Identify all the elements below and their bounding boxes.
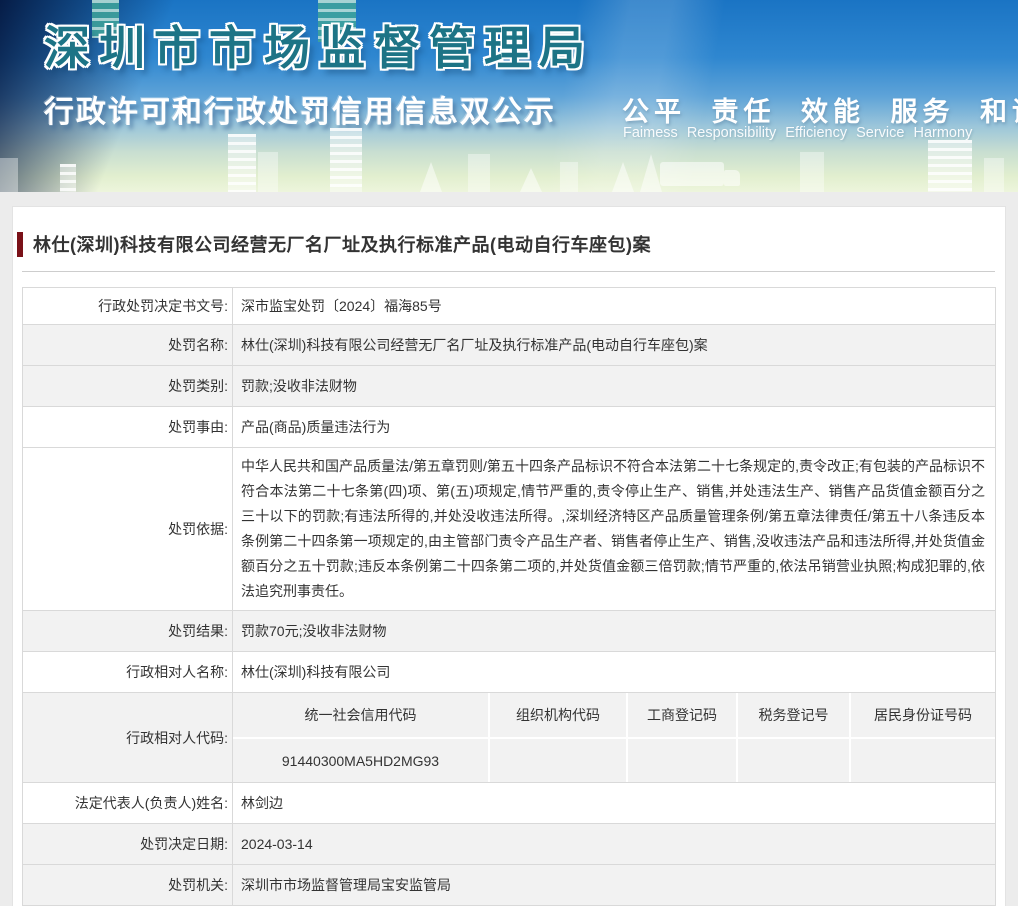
codes-cell-value — [849, 737, 995, 782]
table-row: 处罚依据: 中华人民共和国产品质量法/第五章罚则/第五十四条产品标识不符合本法第二… — [23, 448, 995, 611]
row-label: 处罚机关: — [23, 865, 233, 905]
table-row: 处罚结果: 罚款70元;没收非法财物 — [23, 611, 995, 652]
detail-table: 行政处罚决定书文号: 深市监宝处罚〔2024〕福海85号 处罚名称: 林仕(深圳)科技… — [22, 287, 996, 906]
truck-silhouette — [660, 162, 740, 186]
table-row: 处罚名称: 林仕(深圳)科技有限公司经营无厂名厂址及执行标准产品(电动自行车座包)… — [23, 325, 995, 366]
title-divider — [22, 271, 995, 272]
codes-column-header: 工商登记码 — [626, 693, 736, 737]
row-label: 处罚结果: — [23, 611, 233, 651]
row-value: 深市监宝处罚〔2024〕福海85号 — [241, 298, 442, 314]
table-row: 行政相对人名称: 林仕(深圳)科技有限公司 — [23, 652, 995, 693]
codes-cell-value — [626, 737, 736, 782]
codes-column-header: 统一社会信用代码 — [304, 707, 417, 723]
row-value: 罚款70元;没收非法财物 — [241, 623, 387, 639]
red-accent-bar — [17, 231, 23, 257]
table-row: 法定代表人(负责人)姓名: 林剑边 — [23, 783, 995, 824]
row-value: 林仕(深圳)科技有限公司 — [241, 664, 391, 680]
row-value: 产品(商品)质量违法行为 — [241, 419, 391, 435]
row-label: 处罚名称: — [23, 325, 233, 365]
table-row: 处罚事由: 产品(商品)质量违法行为 — [23, 407, 995, 448]
agency-title: 深圳市市场监督管理局 — [44, 22, 594, 74]
row-label: 处罚事由: — [23, 407, 233, 447]
banner: 深圳市市场监督管理局 行政许可和行政处罚信用信息双公示 公平 责任 效能 服务 … — [0, 0, 1018, 192]
row-value: 深圳市市场监督管理局宝安监管局 — [241, 877, 451, 893]
row-label: 行政处罚决定书文号: — [23, 288, 233, 324]
table-row: 处罚类别: 罚款;没收非法财物 — [23, 366, 995, 407]
row-label: 行政相对人名称: — [23, 652, 233, 692]
skyline-silhouette — [0, 102, 1018, 192]
codes-cell-value: 91440300MA5HD2MG93 — [233, 737, 488, 782]
row-value: 中华人民共和国产品质量法/第五章罚则/第五十四条产品标识不符合本法第二十七条规定… — [241, 458, 985, 599]
row-value: 林仕(深圳)科技有限公司经营无厂名厂址及执行标准产品(电动自行车座包)案 — [241, 337, 708, 353]
row-value: 林剑边 — [241, 795, 283, 811]
row-value: 2024-03-14 — [241, 836, 313, 852]
row-value: 统一社会信用代码 组织机构代码 工商登记码 税务登记号 居民身份证号码 91440300M… — [233, 693, 995, 782]
codes-column-header: 居民身份证号码 — [849, 693, 995, 737]
row-value: 罚款;没收非法财物 — [241, 378, 357, 394]
row-label: 处罚类别: — [23, 366, 233, 406]
codes-column-header: 组织机构代码 — [488, 693, 626, 737]
table-row: 行政相对人代码: 统一社会信用代码 组织机构代码 工商登记码 税务登记号 居民身份证号码 9… — [23, 693, 995, 783]
row-label: 行政相对人代码: — [23, 693, 233, 782]
table-row: 处罚决定日期: 2024-03-14 — [23, 824, 995, 865]
case-title: 林仕(深圳)科技有限公司经营无厂名厂址及执行标准产品(电动自行车座包)案 — [33, 235, 651, 255]
content-card: 林仕(深圳)科技有限公司经营无厂名厂址及执行标准产品(电动自行车座包)案 行政处… — [12, 206, 1006, 906]
row-label: 处罚决定日期: — [23, 824, 233, 864]
case-title-row: 林仕(深圳)科技有限公司经营无厂名厂址及执行标准产品(电动自行车座包)案 — [17, 231, 995, 257]
codes-table: 统一社会信用代码 组织机构代码 工商登记码 税务登记号 居民身份证号码 91440300M… — [233, 693, 995, 782]
codes-cell-value — [736, 737, 849, 782]
table-row: 处罚机关: 深圳市市场监督管理局宝安监管局 — [23, 865, 995, 906]
codes-column-header: 税务登记号 — [736, 693, 849, 737]
row-label: 处罚依据: — [23, 448, 233, 610]
row-label: 法定代表人(负责人)姓名: — [23, 783, 233, 823]
table-row: 行政处罚决定书文号: 深市监宝处罚〔2024〕福海85号 — [23, 288, 995, 325]
codes-cell-value — [488, 737, 626, 782]
